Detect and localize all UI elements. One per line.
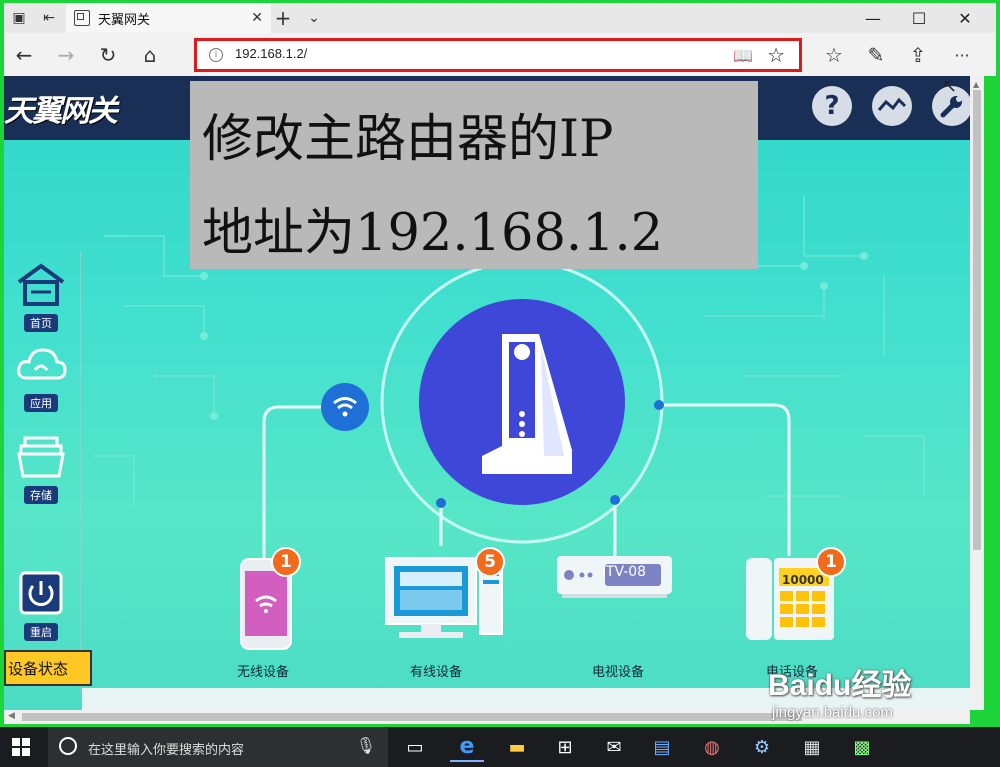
tab-active[interactable]: 天翼网关 ✕ (66, 3, 271, 33)
sidebar-item-label: 应用 (24, 394, 58, 412)
device-count-badge: 1 (271, 547, 301, 577)
close-window-button[interactable]: ✕ (942, 3, 988, 33)
tv-box-model: iTV-08 (602, 564, 647, 580)
notepad-icon[interactable]: ▦ (795, 732, 829, 762)
help-icon[interactable]: ? (812, 86, 852, 126)
network-icon[interactable] (872, 86, 912, 126)
windows-start-icon[interactable] (12, 738, 30, 756)
device-label-wireless[interactable]: 无线设备 (237, 661, 289, 680)
taskbar: 在这里输入你要搜索的内容 🎙 ▭ e ▬ ⊞ ✉ ▤ ◍ ⚙ ▦ ▩ (0, 727, 1000, 767)
mail-icon[interactable]: ✉ (597, 732, 631, 762)
control-panel-icon[interactable]: ▩ (845, 732, 879, 762)
refresh-button[interactable]: ↻ (92, 39, 124, 71)
scroll-left-icon[interactable]: ◀ (8, 711, 15, 721)
device-status-button[interactable]: 设备状态 (4, 650, 92, 686)
device-count-badge: 1 (816, 547, 846, 577)
address-text[interactable]: 192.168.1.2/ (235, 46, 307, 61)
scroll-up-icon[interactable]: ▲ (973, 80, 979, 89)
storage-icon (17, 436, 65, 478)
mouse-cursor-icon: ↖ (942, 76, 958, 97)
cloud-icon (17, 348, 67, 380)
watermark-url: jingyan.baidu.com (772, 704, 893, 721)
paint-icon[interactable]: ◍ (695, 732, 729, 762)
page-viewport: iTV-08 10000 1 5 1 无线设备 有线设备 电视设备 电话设备 天… (4, 76, 970, 710)
overlay-line-2: 地址为192.168.1.2 (202, 204, 664, 263)
set-aside-tabs-icon[interactable]: ⇤ (34, 3, 64, 33)
baidu-watermark: Baidu经验 jingyan.baidu.com (768, 660, 948, 721)
sidebar-item-apps[interactable]: 应用 (14, 342, 68, 412)
device-label-wired[interactable]: 有线设备 (410, 661, 462, 680)
sidebar-item-storage[interactable]: 存储 (14, 434, 68, 504)
forward-button[interactable]: → (50, 39, 82, 71)
search-placeholder: 在这里输入你要搜索的内容 (88, 743, 245, 758)
store-icon[interactable]: ⊞ (548, 732, 582, 762)
web-note-icon[interactable]: ✎ (860, 39, 892, 71)
overlay-line-1: 修改主路由器的IP (202, 110, 614, 169)
sidebar-item-label: 首页 (24, 314, 58, 332)
edge-icon[interactable]: e (450, 732, 484, 762)
favorite-star-icon[interactable]: ☆ (767, 43, 785, 67)
wifi-node[interactable] (321, 383, 369, 431)
tab-close-icon[interactable]: ✕ (251, 10, 263, 26)
tab-bar: ▣ ⇤ 天翼网关 ✕ + ⌄ — ☐ ✕ (4, 3, 996, 33)
scrollbar-thumb[interactable] (973, 90, 981, 550)
sidebar-item-home[interactable]: 首页 (14, 262, 68, 332)
cortana-icon (59, 737, 77, 755)
tab-favicon-icon (74, 10, 90, 26)
tab-manager-icon[interactable]: ▣ (4, 3, 34, 33)
tab-list-chevron-icon[interactable]: ⌄ (299, 3, 329, 33)
sidebar-item-restart[interactable]: 重启 (14, 571, 68, 641)
favorites-hub-icon[interactable]: ☆ (818, 39, 850, 71)
sidebar-item-label: 重启 (24, 623, 58, 641)
scrollbar-thumb[interactable] (22, 713, 802, 721)
tools-icon[interactable]: ⚙ (745, 732, 779, 762)
taskbar-search[interactable]: 在这里输入你要搜索的内容 🎙 (48, 727, 388, 767)
device-count-badge: 5 (475, 547, 505, 577)
maximize-button[interactable]: ☐ (896, 3, 942, 33)
microphone-icon[interactable]: 🎙 (356, 736, 376, 755)
brand-logo: 天翼网关 (4, 94, 118, 129)
file-explorer-icon[interactable]: ▬ (500, 732, 534, 762)
minimize-button[interactable]: — (850, 3, 896, 33)
vertical-scrollbar[interactable]: ▲ (970, 76, 984, 710)
sidebar-divider (80, 251, 81, 691)
tab-title: 天翼网关 (98, 12, 151, 28)
address-bar[interactable]: i 192.168.1.2/ 📖 ☆ (194, 38, 802, 72)
network-app-icon[interactable]: ▤ (645, 732, 679, 762)
share-icon[interactable]: ⇪ (902, 39, 934, 71)
reading-view-icon[interactable]: 📖 (733, 46, 753, 65)
watermark-brand: Baidu经验 (768, 669, 912, 702)
phone-screen-number: 10000 (782, 573, 824, 587)
instruction-overlay: 修改主路由器的IP 地址为192.168.1.2 (190, 81, 758, 269)
navigation-bar: ← → ↻ ⌂ i 192.168.1.2/ 📖 ☆ ☆ ✎ ⇪ ··· (4, 33, 996, 76)
task-view-icon[interactable]: ▭ (398, 732, 432, 762)
more-menu-icon[interactable]: ··· (946, 39, 978, 71)
home-icon (17, 263, 65, 306)
new-tab-button[interactable]: + (268, 3, 298, 33)
power-icon (19, 571, 63, 615)
sidebar-item-label: 存储 (24, 486, 58, 504)
home-button[interactable]: ⌂ (134, 39, 166, 71)
device-label-tv[interactable]: 电视设备 (592, 661, 644, 680)
site-info-icon[interactable]: i (209, 48, 223, 62)
back-button[interactable]: ← (8, 39, 40, 71)
